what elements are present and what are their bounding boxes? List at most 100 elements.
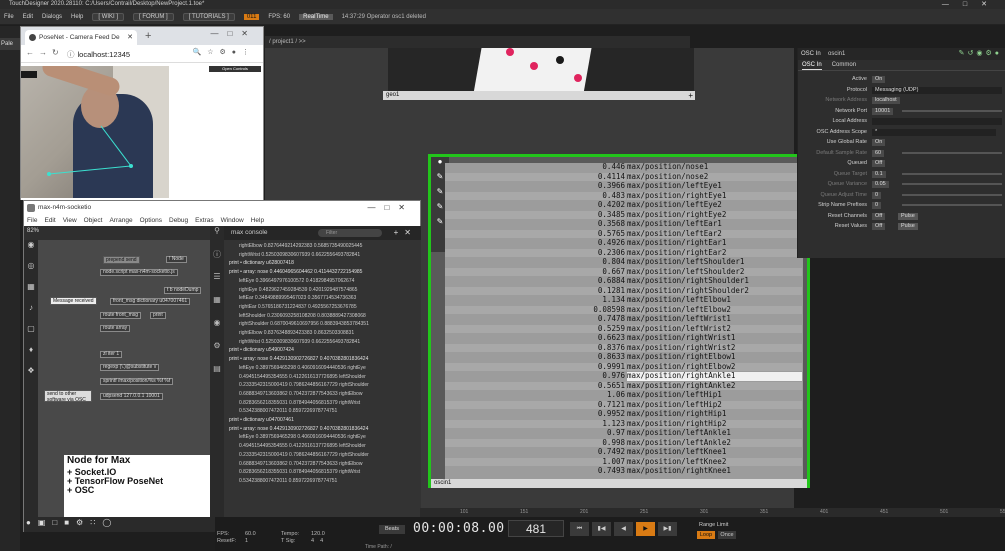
osc-param-value[interactable]: Off: [872, 223, 886, 230]
once-button[interactable]: Once: [718, 531, 736, 539]
nav-buttons[interactable]: ←→↻: [26, 48, 64, 57]
table-row[interactable]: 0.3966 max/position/leftEye1: [445, 181, 803, 191]
osc-param-value[interactable]: Off: [872, 160, 886, 167]
pulse-button[interactable]: Pulse: [898, 223, 918, 230]
timeline-ruler[interactable]: 101 151 201 251 301 351 401 451 501 551: [420, 508, 1005, 517]
info-icon[interactable]: ⓘ: [210, 249, 224, 272]
table-row[interactable]: 0.1281 max/position/rightShoulder2: [445, 286, 803, 296]
sprintf-object[interactable]: sprintf /max/position/%s %f %f: [100, 378, 174, 385]
node-object[interactable]: ! Node: [166, 256, 187, 263]
front-msg-object[interactable]: front_msg dictionary u047007461: [110, 298, 191, 305]
table-row[interactable]: 0.3568 max/position/leftEar1: [445, 219, 803, 229]
grid-icon[interactable]: ▦: [24, 282, 38, 303]
play-icon[interactable]: ▶: [636, 522, 655, 536]
address-bar[interactable]: ⓘ localhost:12345: [67, 49, 130, 60]
table-row[interactable]: 0.7121 max/position/leftHip2: [445, 400, 803, 410]
table-row[interactable]: 0.2306 max/position/rightEar2: [445, 248, 803, 258]
open-controls-button[interactable]: Open Controls: [209, 66, 261, 72]
step-forward-icon[interactable]: ▶▮: [658, 522, 677, 536]
route-front-object[interactable]: route front_msg: [100, 312, 142, 319]
wiki-button[interactable]: [ WIKI ]: [92, 12, 125, 21]
panel-tool-icons[interactable]: ✎↺◉⚙●: [959, 48, 1002, 60]
osc-node-name[interactable]: oscin1: [828, 48, 845, 60]
window-controls[interactable]: —□✕: [942, 0, 1001, 9]
table-row[interactable]: 0.5651 max/position/rightAnkle2: [445, 381, 803, 391]
table-row[interactable]: 0.5765 max/position/leftEar2: [445, 229, 803, 239]
regexp-object[interactable]: regexp (\.)@substitute \/: [100, 364, 160, 371]
list-icon[interactable]: ☰: [210, 272, 224, 295]
table-row[interactable]: 0.8633 max/position/rightElbow1: [445, 352, 803, 362]
osc-param-value[interactable]: 0: [872, 202, 882, 209]
close-icon[interactable]: ✕: [127, 30, 133, 45]
table-node-label[interactable]: oscin1: [431, 479, 807, 488]
osc-param-value[interactable]: 60: [872, 149, 885, 157]
osc-param-value[interactable]: 10001: [872, 107, 894, 115]
settings-icon[interactable]: ⚙: [210, 341, 224, 364]
step-back-icon[interactable]: ▮◀: [592, 522, 611, 536]
palette-tab[interactable]: Pale: [0, 38, 20, 50]
osc-param-value[interactable]: On: [872, 139, 886, 146]
table-row[interactable]: 0.5259 max/position/leftWrist2: [445, 324, 803, 334]
menu-file[interactable]: File: [4, 14, 14, 20]
osc-param-slider[interactable]: [902, 172, 1002, 175]
osc-param-slider[interactable]: [902, 204, 1002, 206]
tag-icon[interactable]: ♦: [24, 345, 38, 366]
print-object[interactable]: print: [150, 312, 166, 319]
error-badge[interactable]: 011: [243, 13, 260, 20]
table-row[interactable]: 1.123 max/position/rightHip2: [445, 419, 803, 429]
menu-dialogs[interactable]: Dialogs: [42, 14, 62, 20]
max-menu-object[interactable]: Object: [84, 215, 103, 226]
console-filter-input[interactable]: Filter: [318, 229, 382, 237]
frame-icon[interactable]: ▢: [24, 324, 38, 345]
browser-window-controls[interactable]: —□✕: [210, 29, 257, 38]
osc-param-value[interactable]: 0.1: [872, 170, 886, 178]
table-row[interactable]: 0.976 max/position/rightAnkle1: [445, 371, 803, 381]
browser-tab[interactable]: PoseNet - Camera Feed De ✕: [25, 30, 137, 45]
max-patcher[interactable]: prepend send ! Node node.script max-n4m-…: [24, 240, 210, 517]
node-dump-object[interactable]: t b nodeDump: [164, 287, 202, 294]
osc-param-value[interactable]: 0.05: [872, 181, 889, 188]
zoom-level[interactable]: 82%: [27, 228, 39, 234]
table-row[interactable]: 0.7478 max/position/leftWrist1: [445, 314, 803, 324]
target-icon[interactable]: ◎: [24, 261, 38, 282]
network-path-bar[interactable]: / project1 / >>: [265, 36, 690, 48]
max-menu-arrange[interactable]: Arrange: [109, 215, 132, 226]
frame-counter[interactable]: 481: [508, 520, 564, 537]
camera-icon[interactable]: ◉: [210, 318, 224, 341]
pulse-button[interactable]: Pulse: [898, 212, 918, 220]
realtime-toggle[interactable]: RealTime: [299, 13, 333, 20]
search-icon[interactable]: ⚲: [210, 226, 224, 249]
menu-edit[interactable]: Edit: [23, 14, 33, 20]
osc-param-slider[interactable]: [902, 193, 1002, 196]
table-row[interactable]: 0.6884 max/position/rightShoulder1: [445, 276, 803, 286]
table-row[interactable]: 0.9991 max/position/rightElbow2: [445, 362, 803, 372]
oscin-table-viewer[interactable]: ● ✎ ✎ ✎ ✎ 0.446 max/position/nose1 0.4114 m…: [428, 154, 810, 488]
lock-icon[interactable]: ●▣□■⚙∷◯: [26, 518, 118, 527]
table-row[interactable]: 0.7492 max/position/leftKnee1: [445, 447, 803, 457]
osc-param-value[interactable]: Off: [872, 212, 886, 220]
max-menu-extras[interactable]: Extras: [195, 215, 213, 226]
table-row[interactable]: 0.08598 max/position/leftElbow2: [445, 305, 803, 315]
prepend-send-object[interactable]: prepend send: [103, 256, 140, 264]
rewind-icon[interactable]: ⏮: [570, 522, 589, 536]
max-menu-options[interactable]: Options: [140, 215, 162, 226]
puzzle-icon[interactable]: ❖: [24, 366, 38, 387]
udpsend-object[interactable]: udpsend 127.0.0.1 10001: [100, 393, 163, 400]
geo-node-label[interactable]: geo1 +: [383, 91, 695, 100]
osc-param-value[interactable]: 0: [872, 191, 882, 199]
table-row[interactable]: 1.007 max/position/leftKnee2: [445, 457, 803, 467]
table-row[interactable]: 1.06 max/position/leftHip1: [445, 390, 803, 400]
table-row[interactable]: 1.134 max/position/leftElbow1: [445, 295, 803, 305]
music-icon[interactable]: ♪: [24, 303, 38, 324]
osc-param-slider[interactable]: [902, 183, 1002, 185]
table-row[interactable]: 0.4926 max/position/rightEar1: [445, 238, 803, 248]
osc-param-slider[interactable]: [902, 109, 1002, 112]
grid-icon[interactable]: ▦: [210, 295, 224, 318]
max-window-controls[interactable]: —□✕: [367, 201, 414, 215]
message-received-box[interactable]: Message received: [50, 297, 97, 305]
menu-help[interactable]: Help: [71, 14, 83, 20]
table-row[interactable]: 0.667 max/position/leftShoulder2: [445, 267, 803, 277]
table-row[interactable]: 0.998 max/position/leftAnkle2: [445, 438, 803, 448]
table-row[interactable]: 0.97 max/position/leftAnkle1: [445, 428, 803, 438]
table-row[interactable]: 0.4202 max/position/leftEye2: [445, 200, 803, 210]
